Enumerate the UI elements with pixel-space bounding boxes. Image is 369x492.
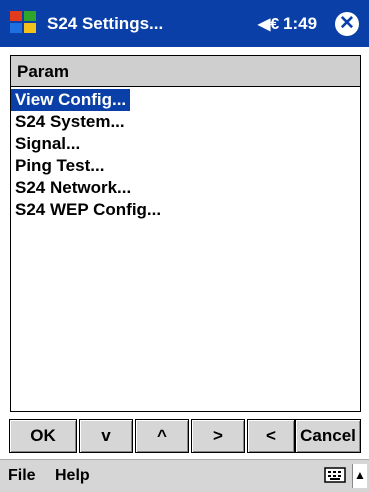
- list-item-view-config[interactable]: View Config...: [11, 89, 131, 111]
- cancel-button[interactable]: Cancel: [295, 419, 361, 453]
- param-list[interactable]: Param View Config... S24 System... Signa…: [10, 55, 361, 412]
- list-items: View Config... S24 System... Signal... P…: [11, 89, 360, 221]
- down-button[interactable]: v: [79, 419, 133, 453]
- window-title: S24 Settings...: [47, 14, 164, 33]
- menu-help[interactable]: Help: [55, 467, 90, 485]
- menu-file[interactable]: File: [8, 467, 36, 485]
- ok-button[interactable]: OK: [9, 419, 77, 453]
- windows-start-icon[interactable]: [7, 9, 41, 37]
- input-menu-arrow-icon[interactable]: ▲: [352, 464, 367, 488]
- keyboard-icon[interactable]: [324, 466, 346, 484]
- up-button[interactable]: ^: [135, 419, 189, 453]
- speaker-icon[interactable]: ◀€: [258, 14, 279, 34]
- column-header-param: Param: [17, 62, 69, 81]
- clock[interactable]: 1:49: [283, 14, 317, 34]
- right-button[interactable]: >: [191, 419, 245, 453]
- list-item-s24-network[interactable]: S24 Network...: [11, 177, 360, 199]
- title-bar: S24 Settings... ◀€ 1:49 ✕: [0, 0, 369, 47]
- button-row: OK v ^ > < Cancel: [9, 419, 361, 453]
- list-item-s24-wep-config[interactable]: S24 WEP Config...: [11, 199, 360, 221]
- list-item-ping-test[interactable]: Ping Test...: [11, 155, 360, 177]
- list-item-signal[interactable]: Signal...: [11, 133, 360, 155]
- list-item-s24-system[interactable]: S24 System...: [11, 111, 360, 133]
- left-button[interactable]: <: [247, 419, 295, 453]
- menu-bar: File Help ▲: [0, 459, 369, 492]
- close-icon[interactable]: ✕: [335, 12, 359, 36]
- list-header[interactable]: Param: [11, 56, 360, 87]
